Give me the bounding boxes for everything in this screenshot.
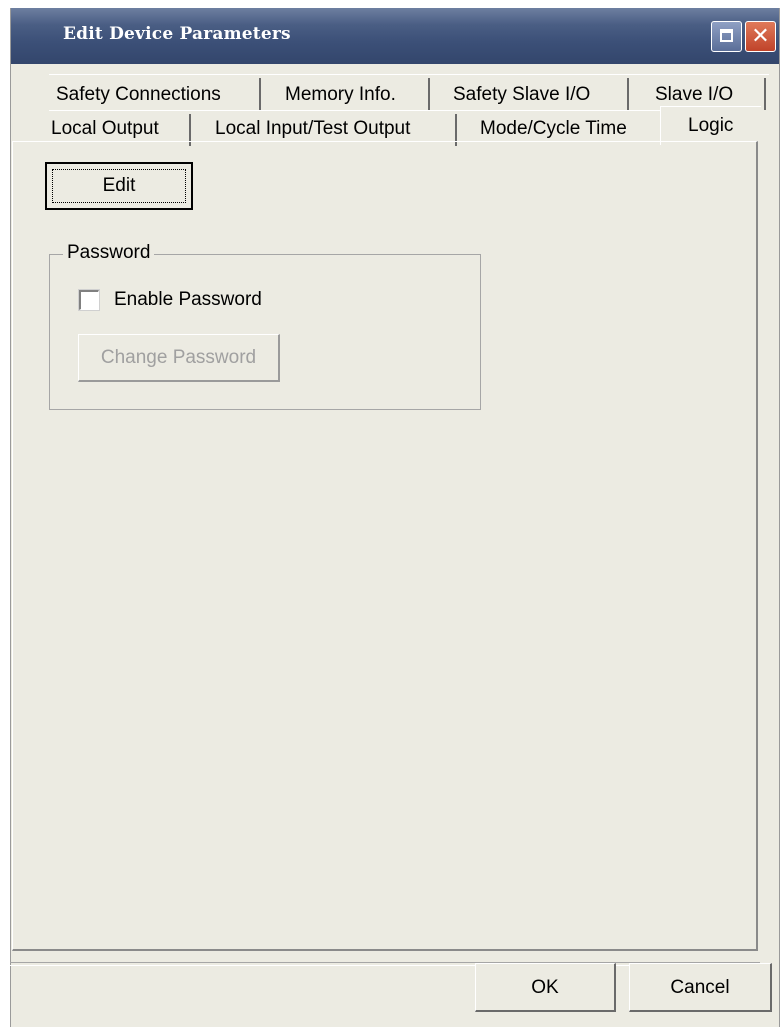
tab-local-output[interactable]: Local Output	[51, 118, 159, 140]
tab-separator	[627, 78, 629, 110]
maximize-icon	[720, 29, 733, 42]
tab-row1-top-edge	[49, 74, 769, 75]
title-bar[interactable]: Edit Device Parameters ✕	[11, 8, 779, 64]
tab-safety-slave-io[interactable]: Safety Slave I/O	[453, 84, 590, 106]
tab-slave-io[interactable]: Slave I/O	[655, 84, 733, 106]
password-group-legend: Password	[63, 242, 155, 264]
tab-separator	[259, 78, 261, 110]
cancel-button[interactable]: Cancel	[629, 963, 772, 1012]
focus-rectangle	[52, 169, 186, 203]
tab-mode-cycle-time[interactable]: Mode/Cycle Time	[480, 118, 627, 140]
tab-row2-top-edge	[49, 110, 660, 111]
change-password-button[interactable]: Change Password	[78, 334, 280, 382]
password-group	[49, 254, 481, 410]
close-button[interactable]: ✕	[745, 21, 776, 52]
close-icon: ✕	[751, 24, 770, 49]
tab-safety-connections[interactable]: Safety Connections	[56, 84, 221, 106]
enable-password-label[interactable]: Enable Password	[114, 289, 262, 311]
window-title: Edit Device Parameters	[63, 24, 291, 44]
tab-local-input-test-output[interactable]: Local Input/Test Output	[215, 118, 410, 140]
ok-button[interactable]: OK	[475, 963, 616, 1012]
tab-separator	[764, 78, 766, 110]
maximize-button[interactable]	[711, 21, 742, 52]
tab-separator	[428, 78, 430, 110]
edit-button[interactable]: Edit	[45, 162, 193, 210]
tab-memory-info[interactable]: Memory Info.	[285, 84, 396, 106]
tab-logic[interactable]: Logic	[688, 115, 733, 137]
enable-password-checkbox[interactable]	[78, 289, 100, 311]
